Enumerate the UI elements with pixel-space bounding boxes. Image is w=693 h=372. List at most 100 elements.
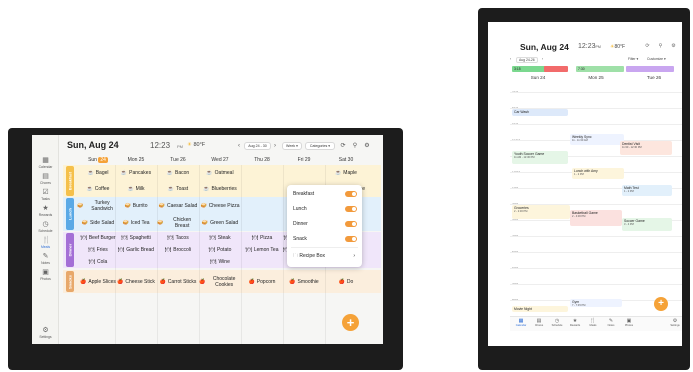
sidebar-item-settings[interactable]: ⚙ Settings <box>32 327 59 339</box>
meal-item[interactable]: 🥪 Burrito <box>115 197 157 214</box>
meal-item[interactable]: 🍽 Beef Burger <box>77 232 119 244</box>
day-header: Sat 30 <box>338 157 354 163</box>
meal-item[interactable]: 🥪 Caesar Salad <box>157 197 199 214</box>
customize-select[interactable]: Customize ▾ <box>647 57 666 61</box>
calendar-event[interactable]: Math Test 1 - 2 PM <box>622 185 672 196</box>
portrait-tab-settings[interactable]: ⚙ Settings <box>668 318 682 327</box>
categories-select[interactable]: Categories ▾ <box>305 142 335 150</box>
portrait-tab-schedule[interactable]: ◷ Schedule <box>550 318 564 327</box>
meal-item[interactable]: 🥪 Iced Tea <box>115 214 157 231</box>
sidebar-item-photos[interactable]: ▣ Photos <box>32 269 59 281</box>
meal-item[interactable]: ☕ Coffee <box>77 181 119 197</box>
meal-item[interactable]: 🥪 Turkey Sandwich <box>77 197 119 214</box>
refresh-icon[interactable]: ⟳ <box>339 142 347 150</box>
settings-icon[interactable]: ⚙ <box>363 142 371 150</box>
meal-item[interactable]: ☕ Bagel <box>77 165 119 181</box>
dropdown-item-snack[interactable]: Snack <box>293 234 357 244</box>
meal-item[interactable]: 🍽 Tacos <box>157 232 199 244</box>
meal-item[interactable]: 🍎 Cheese Stick <box>115 270 157 293</box>
portrait-tab-notes[interactable]: ✎ Notes <box>604 318 618 327</box>
sidebar-item-notes[interactable]: ✎ Notes <box>32 253 59 265</box>
calendar-event[interactable]: Car Wash <box>512 109 568 116</box>
meal-item[interactable]: 🍽 Potato <box>199 244 241 256</box>
portrait-tab-photos[interactable]: ▣ Photos <box>622 318 636 327</box>
dropdown-item-dinner[interactable]: Dinner <box>293 219 357 229</box>
portrait-date-range-button[interactable]: Aug 24-26 <box>516 57 538 63</box>
portrait-tab-calendar[interactable]: ▦ Calendar <box>514 318 528 327</box>
meal-item[interactable]: 🍎 Smoothie <box>283 270 325 293</box>
sidebar-item-calendar[interactable]: ▦ Calendar <box>32 157 59 169</box>
all-day-event[interactable]: 7:30 <box>576 66 624 72</box>
settings-icon[interactable]: ⚙ <box>670 43 677 50</box>
meal-item[interactable]: 🍽 Cola <box>77 256 119 268</box>
meal-item[interactable]: 🍎 Chocolate Cookies <box>199 270 241 293</box>
snack-toggle[interactable] <box>345 236 357 242</box>
chevron-left-icon[interactable]: ‹ <box>235 142 243 150</box>
calendar-event[interactable]: Lunch with Amy 1 - 2 PM <box>572 168 624 179</box>
meal-item[interactable]: 🍎 Popcorn <box>241 270 283 293</box>
meal-item[interactable]: 🍽 Spaghetti <box>115 232 157 244</box>
column-divider <box>283 165 284 344</box>
filter-icon[interactable]: ⚲ <box>351 142 359 150</box>
meal-item[interactable]: ☕ Oatmeal <box>199 165 241 181</box>
meal-item[interactable]: 🥪Side Salad <box>77 214 119 231</box>
all-day-event[interactable] <box>626 66 674 72</box>
add-button[interactable]: + <box>342 314 359 331</box>
meal-item[interactable]: ☕ Milk <box>115 181 157 197</box>
meal-item[interactable]: 🍽 Wine <box>199 256 241 268</box>
calendar-event[interactable]: Soccer Game 3 - 4 PM <box>622 218 672 231</box>
food-icon: 🍽 <box>210 259 217 265</box>
recipe-box-item[interactable]: 🗀 Recipe Box › <box>293 251 357 261</box>
portrait-add-button[interactable]: + <box>654 297 668 311</box>
meal-item[interactable]: ☕ Toast <box>157 181 199 197</box>
portrait-tab-meals[interactable]: 🍴 Meals <box>586 318 600 327</box>
meal-item[interactable]: 🥪 Green Salad <box>199 214 241 231</box>
portrait-tab-rewards[interactable]: ★ Rewards <box>568 318 582 327</box>
dropdown-item-breakfast[interactable]: Breakfast <box>293 189 357 199</box>
calendar-event[interactable]: Groceries 2 - 2:30 PM <box>512 205 570 219</box>
meal-item[interactable]: 🍎 Do <box>325 270 367 293</box>
meal-item[interactable]: 🥪 Cheese Pizza <box>199 197 241 214</box>
food-icon: 🍎 <box>289 278 296 285</box>
filter-icon[interactable]: ⚲ <box>657 43 664 50</box>
dinner-toggle[interactable] <box>345 221 357 227</box>
meal-item[interactable]: 🥪 Chicken Breast <box>157 214 199 231</box>
calendar-event[interactable]: Gym 7 - 7:45 PM <box>570 299 622 307</box>
meal-item[interactable]: 🍽 Broccoli <box>157 244 199 256</box>
meal-item[interactable]: 🍎 Carrot Sticks <box>157 270 199 293</box>
meal-item[interactable]: ☕ Pancakes <box>115 165 157 181</box>
chevron-right-icon: › <box>353 253 355 259</box>
refresh-icon[interactable]: ⟳ <box>644 43 651 50</box>
filter-select[interactable]: Filter ▾ <box>628 57 638 61</box>
breakfast-toggle[interactable] <box>345 191 357 197</box>
calendar-event[interactable]: Youth Soccer Game 11 AM - 12:30 PM <box>512 151 568 164</box>
dropdown-item-lunch[interactable]: Lunch <box>293 204 357 214</box>
calendar-event[interactable]: Weekly Sync 11 - 11:30 AM <box>570 134 624 145</box>
chevron-right-icon[interactable]: › <box>271 142 279 150</box>
meal-item[interactable]: ☕ Maple <box>325 165 367 181</box>
meal-item[interactable]: 🍽 Steak <box>199 232 241 244</box>
sidebar-item-tasks[interactable]: ☑ Tasks <box>32 189 59 201</box>
sidebar-item-chores[interactable]: ▤ Chores <box>32 173 59 185</box>
sidebar-item-schedule[interactable]: ◷ Schedule <box>32 221 59 233</box>
view-select[interactable]: Week ▾ <box>282 142 302 150</box>
all-day-event[interactable] <box>544 66 568 72</box>
calendar-event[interactable]: Movie Night <box>512 306 568 312</box>
meal-item[interactable]: 🍽 Lemon Tea <box>241 244 283 256</box>
sidebar-item-rewards[interactable]: ★ Rewards <box>32 205 59 217</box>
chevron-left-icon[interactable]: ‹ <box>510 57 511 61</box>
landscape-device-frame: ▦ Calendar ▤ Chores ☑ Tasks ★ Rewards ◷ Sched… <box>8 128 403 370</box>
meal-item[interactable]: 🍽 Fries <box>77 244 119 256</box>
meal-item[interactable]: 🍽 Garlic Bread <box>115 244 157 256</box>
meal-item[interactable]: ☕ Blueberries <box>199 181 241 197</box>
calendar-event[interactable]: Dentist Visit 11:30 - 12:30 PM <box>620 141 672 155</box>
meal-item[interactable]: 🍽 Pizza <box>241 232 283 244</box>
lunch-toggle[interactable] <box>345 206 357 212</box>
date-range-button[interactable]: Aug 24 - 30 <box>244 142 271 150</box>
calendar-event[interactable]: Basketball Game 2 - 4:30 PM <box>570 210 622 226</box>
meal-item[interactable]: ☕ Bacon <box>157 165 199 181</box>
chevron-right-icon[interactable]: › <box>542 57 543 61</box>
portrait-tab-chores[interactable]: ▤ Chores <box>532 318 546 327</box>
meal-item[interactable]: 🍎 Apple Slices <box>77 270 119 293</box>
sidebar-item-meals[interactable]: 🍴 Meals <box>32 237 59 249</box>
